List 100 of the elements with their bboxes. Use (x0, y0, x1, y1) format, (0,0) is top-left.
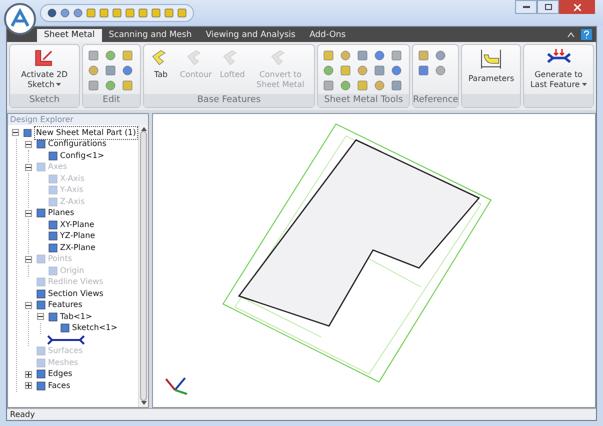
tool-icon[interactable] (373, 64, 386, 78)
tool-icon[interactable] (339, 79, 352, 92)
tree-item[interactable]: Config<1> (60, 150, 104, 162)
tree-item[interactable]: Sketch<1> (72, 322, 118, 334)
tool-icon[interactable] (373, 49, 386, 62)
tool-icon[interactable] (104, 64, 117, 78)
minimize-button[interactable] (515, 0, 537, 14)
toolbar-icon[interactable] (99, 8, 109, 18)
node-icon (48, 266, 58, 276)
tool-icon[interactable] (120, 64, 134, 78)
tree-item[interactable]: YZ-Plane (60, 230, 96, 242)
status-text: Ready (9, 409, 35, 420)
scrollbar[interactable] (138, 125, 148, 408)
tree-item[interactable]: Edges (48, 368, 72, 380)
ribbon-tab[interactable]: Add-Ons (302, 29, 353, 42)
tool-icon[interactable] (104, 49, 117, 62)
close-icon (574, 4, 580, 10)
tool-icon[interactable] (356, 64, 370, 78)
group-title: Sheet Metal Tools (324, 94, 403, 107)
tool-icon[interactable] (356, 79, 370, 92)
group-title-bar (462, 94, 520, 108)
group-title: Sketch (29, 94, 60, 107)
toolbar-icon[interactable] (47, 8, 57, 18)
tree-item[interactable]: ZX-Plane (60, 242, 96, 254)
collapse-icon[interactable] (567, 31, 575, 40)
toolbar-icon[interactable] (86, 8, 96, 18)
node-icon (36, 346, 46, 356)
node-icon (36, 300, 46, 310)
expand-toggle[interactable] (37, 313, 44, 320)
tool-icon[interactable] (120, 79, 134, 92)
help-icon[interactable] (581, 29, 592, 40)
tool-icon[interactable] (390, 64, 404, 78)
toolbar-icon[interactable] (125, 8, 135, 18)
node-icon (48, 231, 58, 242)
toolbar-icon[interactable] (177, 8, 187, 18)
tree-item[interactable]: Planes (48, 207, 74, 220)
expand-toggle[interactable] (25, 370, 32, 378)
expand-toggle[interactable] (25, 210, 32, 217)
node-icon (36, 380, 46, 391)
node-icon (48, 242, 58, 253)
toolbar-icon[interactable] (112, 8, 122, 18)
group-title-bar (524, 94, 593, 108)
node-icon (48, 185, 58, 196)
toolbar-icon[interactable] (151, 8, 161, 18)
tool-icon[interactable] (86, 49, 100, 62)
tool-icon[interactable] (104, 79, 117, 92)
ribbon-button[interactable]: Parameters (465, 48, 518, 84)
tool-icon[interactable] (322, 79, 336, 92)
toolbar-icon[interactable] (60, 8, 70, 18)
ribbon-button[interactable]: Activate 2D Sketch (13, 48, 76, 90)
tool-icon[interactable] (356, 49, 370, 62)
tool-icon[interactable] (417, 64, 430, 78)
node-icon (48, 174, 58, 184)
expand-toggle[interactable] (12, 129, 20, 136)
ribbon-tab[interactable]: Sheet Metal (37, 29, 102, 42)
ribbon-tab[interactable]: Scanning and Mesh (102, 29, 199, 42)
node-icon (48, 220, 58, 230)
tool-icon[interactable] (390, 79, 404, 92)
node-icon (36, 162, 46, 172)
group-title: Edit (102, 94, 120, 107)
toolbar-icon[interactable] (164, 8, 174, 18)
tool-icon[interactable] (417, 49, 430, 62)
maximize-button[interactable] (537, 0, 559, 14)
node-icon (36, 358, 46, 368)
expand-toggle[interactable] (25, 140, 32, 148)
tool-icon[interactable] (322, 49, 336, 62)
tool-icon[interactable] (390, 49, 404, 62)
expand-toggle[interactable] (25, 382, 32, 390)
node-icon (36, 139, 46, 150)
tool-icon[interactable] (373, 79, 386, 92)
sketch-marker-icon (47, 334, 85, 345)
ribbon-tab[interactable]: Viewing and Analysis (198, 29, 302, 42)
tool-icon[interactable] (322, 64, 336, 78)
tree-item[interactable]: Section Views (48, 288, 104, 300)
node-icon (36, 254, 46, 264)
tree-item[interactable]: Faces (48, 380, 70, 392)
close-button[interactable] (559, 0, 595, 14)
tool-icon[interactable] (120, 49, 134, 62)
group-title: Reference (413, 94, 458, 107)
tool-icon[interactable] (86, 79, 100, 92)
tool-icon[interactable] (339, 64, 352, 78)
node-icon (48, 312, 58, 322)
ribbon-button[interactable]: Tab (146, 48, 175, 80)
tool-icon[interactable] (86, 64, 100, 78)
toolbar-icon[interactable] (73, 8, 83, 18)
group-title: Base Features (197, 94, 261, 107)
tree-item[interactable]: Tab<1> (60, 310, 92, 323)
node-icon (48, 150, 58, 161)
node-icon (36, 369, 46, 380)
node-icon (48, 196, 58, 207)
tool-icon[interactable] (339, 49, 352, 62)
node-icon (22, 128, 32, 138)
node-icon (36, 208, 46, 218)
tree-item[interactable]: Configurations (48, 138, 106, 150)
expand-toggle[interactable] (25, 302, 32, 309)
tree-item[interactable]: Features (48, 299, 82, 312)
tree-item[interactable]: XY-Plane (60, 218, 94, 231)
node-icon (36, 288, 46, 299)
toolbar-icon[interactable] (138, 8, 148, 18)
ribbon-button[interactable]: Generate to Last Feature (527, 48, 590, 90)
